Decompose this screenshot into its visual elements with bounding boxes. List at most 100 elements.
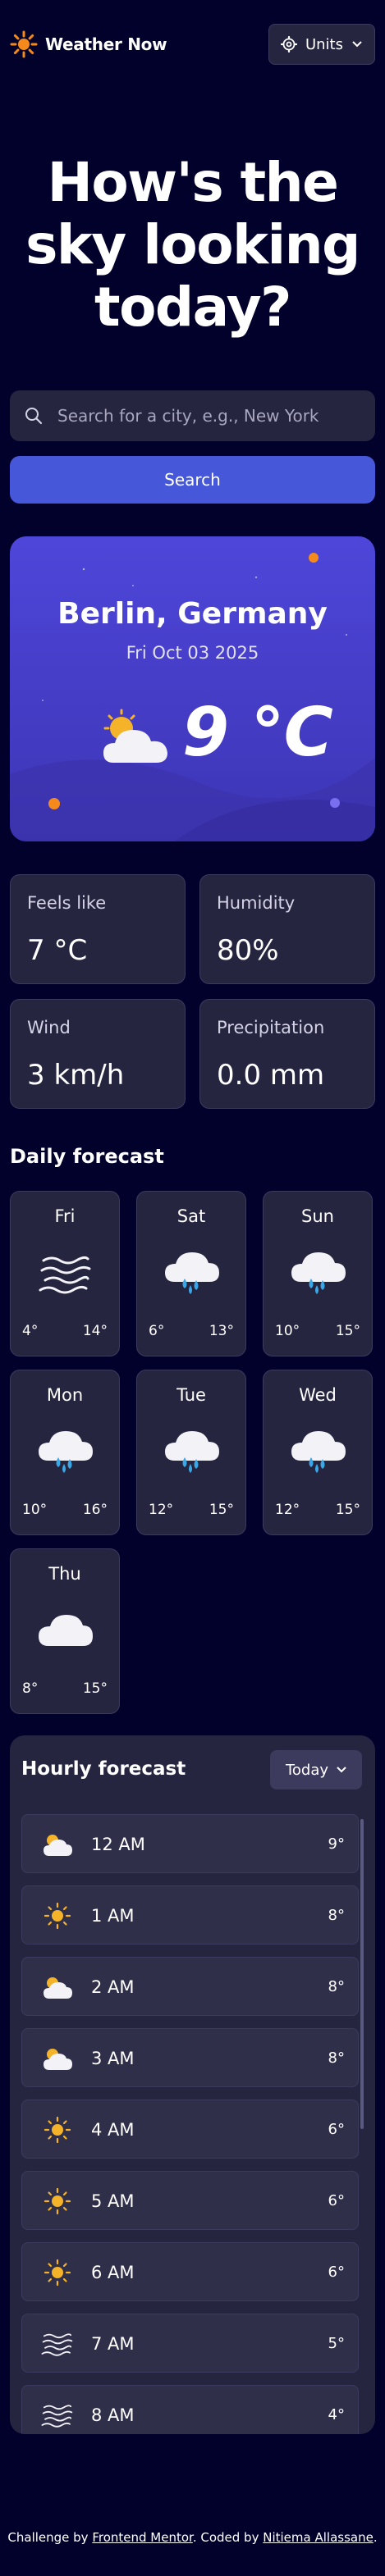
low-temp: 12° — [149, 1502, 174, 1518]
hour-temp: 9° — [328, 1835, 345, 1853]
hour-time: 12 AM — [91, 1835, 145, 1854]
stat-precipitation: Precipitation 0.0 mm — [199, 999, 375, 1109]
low-temp: 10° — [22, 1502, 48, 1518]
footer-attribution: Challenge by Frontend Mentor. Coded by N… — [7, 2530, 378, 2545]
rain-icon — [290, 1249, 347, 1298]
fog-icon — [40, 2400, 75, 2430]
daily-card-wed: Wed 12° 15° — [263, 1370, 373, 1535]
hour-time: 6 AM — [91, 2263, 135, 2282]
current-date: Fri Oct 03 2025 — [126, 643, 259, 663]
hourly-row: 8 AM 4° — [21, 2385, 359, 2434]
daily-forecast-title: Daily forecast — [10, 1145, 164, 1168]
hour-temp: 6° — [328, 2192, 345, 2209]
stat-label: Humidity — [217, 893, 296, 913]
daily-card-tue: Tue 12° 15° — [136, 1370, 246, 1535]
high-temp: 15° — [82, 1680, 108, 1697]
low-temp: 4° — [22, 1323, 39, 1339]
hero-line-3: today? — [94, 276, 291, 339]
hourly-row: 2 AM 8° — [21, 1957, 359, 2016]
high-temp: 13° — [209, 1323, 234, 1339]
card-background-decoration — [10, 553, 375, 841]
hourly-row: 4 AM 6° — [21, 2100, 359, 2159]
current-temperature: 9 °C — [182, 694, 333, 772]
author-link[interactable]: Nitiema Allassane — [263, 2530, 374, 2545]
city-name: Berlin, Germany — [57, 597, 328, 631]
search-input[interactable] — [57, 406, 360, 426]
partly-cloudy-icon — [103, 709, 167, 763]
fog-icon — [37, 1249, 94, 1298]
high-temp: 15° — [335, 1502, 360, 1518]
frontend-mentor-link[interactable]: Frontend Mentor — [92, 2530, 193, 2545]
rain-icon — [290, 1428, 347, 1477]
hourly-row: 3 AM 8° — [21, 2028, 359, 2087]
gear-icon — [280, 36, 297, 52]
hour-time: 8 AM — [91, 2405, 135, 2425]
search-button[interactable]: Search — [10, 456, 375, 504]
chevron-down-icon — [352, 41, 362, 48]
day-name: Thu — [48, 1564, 81, 1584]
low-temp: 10° — [275, 1323, 300, 1339]
stat-value: 7 °C — [27, 934, 88, 967]
day-select-dropdown[interactable]: Today — [270, 1750, 362, 1790]
high-temp: 15° — [209, 1502, 234, 1518]
daily-card-thu: Thu 8° 15° — [10, 1548, 120, 1714]
units-label: Units — [305, 35, 343, 53]
low-temp: 6° — [149, 1323, 165, 1339]
rain-icon — [37, 1428, 94, 1477]
hourly-row: 7 AM 5° — [21, 2314, 359, 2373]
rain-icon — [163, 1428, 221, 1477]
hour-time: 4 AM — [91, 2120, 135, 2140]
partly-cloudy-icon — [40, 2044, 75, 2073]
day-name: Mon — [46, 1385, 84, 1405]
stat-label: Precipitation — [217, 1018, 325, 1037]
hourly-scrollbar[interactable] — [360, 1819, 364, 2129]
high-temp: 15° — [335, 1323, 360, 1339]
hour-temp: 4° — [328, 2406, 345, 2423]
high-temp: 14° — [82, 1323, 108, 1339]
stat-label: Feels like — [27, 893, 107, 913]
hour-time: 3 AM — [91, 2049, 135, 2068]
hero-heading: How's the sky looking today? — [0, 152, 385, 339]
partly-cloudy-icon — [40, 1972, 75, 2002]
hero-line-1: How's the — [47, 151, 339, 214]
stat-value: 80% — [217, 934, 279, 967]
day-name: Fri — [54, 1206, 76, 1226]
stat-humidity: Humidity 80% — [199, 874, 375, 984]
current-weather-card: Berlin, Germany Fri Oct 03 2025 9 °C — [10, 536, 375, 841]
hourly-row: 12 AM 9° — [21, 1814, 359, 1873]
hour-temp: 5° — [328, 2335, 345, 2352]
low-temp: 12° — [275, 1502, 300, 1518]
sun-icon — [40, 2258, 75, 2287]
units-button[interactable]: Units — [268, 24, 375, 65]
stat-feels-like: Feels like 7 °C — [10, 874, 186, 984]
low-temp: 8° — [22, 1680, 39, 1697]
stat-value: 3 km/h — [27, 1059, 125, 1092]
hourly-row: 6 AM 6° — [21, 2242, 359, 2301]
daily-card-sun: Sun 10° 15° — [263, 1191, 373, 1356]
day-select-value: Today — [285, 1761, 329, 1779]
hour-time: 1 AM — [91, 1906, 135, 1926]
fog-icon — [40, 2329, 75, 2359]
stat-wind: Wind 3 km/h — [10, 999, 186, 1109]
hour-temp: 8° — [328, 2049, 345, 2067]
sun-icon — [40, 2186, 75, 2216]
sun-logo-icon — [10, 30, 38, 58]
daily-card-fri: Fri 4° 14° — [10, 1191, 120, 1356]
day-name: Wed — [299, 1385, 337, 1405]
search-bar — [10, 390, 375, 441]
hour-time: 7 AM — [91, 2334, 135, 2354]
hourly-forecast-panel: Hourly forecast Today 12 AM 9° 1 AM 8° 2 AM 8… — [10, 1735, 375, 2434]
day-name: Sat — [176, 1206, 206, 1226]
hourly-row: 5 AM 6° — [21, 2171, 359, 2230]
daily-card-mon: Mon 10° 16° — [10, 1370, 120, 1535]
logo[interactable]: Weather Now — [10, 30, 167, 58]
top-bar: Weather Now Units — [10, 23, 375, 66]
rain-icon — [163, 1249, 221, 1298]
hourly-forecast-title: Hourly forecast — [21, 1758, 186, 1780]
hero-line-2: sky looking — [25, 213, 360, 276]
hourly-row: 1 AM 8° — [21, 1885, 359, 1945]
app-name: Weather Now — [45, 34, 167, 54]
sun-icon — [40, 2115, 75, 2145]
search-icon — [25, 408, 43, 425]
partly-cloudy-icon — [40, 1830, 75, 1859]
